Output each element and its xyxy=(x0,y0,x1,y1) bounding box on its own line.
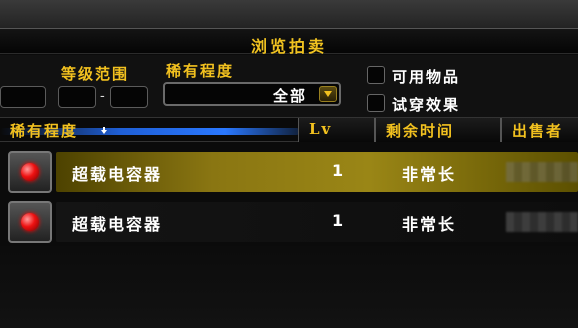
seller-name-redacted xyxy=(506,212,578,232)
dropdown-arrow-button[interactable] xyxy=(319,86,337,102)
item-level: 1 xyxy=(332,211,346,230)
results-empty-area xyxy=(0,246,578,328)
column-header-rarity[interactable]: 稀有程度 xyxy=(0,118,300,142)
rarity-dropdown-value: 全部 xyxy=(272,87,307,105)
red-gem-icon xyxy=(21,163,39,181)
column-header-rarity-label: 稀有程度 xyxy=(10,122,79,140)
auction-row-selected[interactable]: 超载电容器 1 非常长 xyxy=(56,152,578,192)
item-name: 超载电容器 xyxy=(72,165,163,184)
item-time-left: 非常长 xyxy=(402,215,457,234)
column-header-time-left-label: 剩余时间 xyxy=(386,122,455,140)
rarity-dropdown[interactable]: 全部 xyxy=(163,82,341,106)
arrow-down-icon xyxy=(324,91,332,97)
sort-down-icon xyxy=(101,127,107,134)
column-header-seller[interactable]: 出售者 xyxy=(501,118,578,142)
item-level: 1 xyxy=(332,161,346,180)
preview-label: 试穿效果 xyxy=(392,96,461,114)
usable-items-label: 可用物品 xyxy=(392,68,461,86)
level-min-input[interactable] xyxy=(58,86,96,108)
auction-title-bar: 浏览拍卖 xyxy=(0,28,578,56)
top-strip xyxy=(0,0,578,28)
window-title: 浏览拍卖 xyxy=(250,37,327,56)
auction-row[interactable]: 超载电容器 1 非常长 xyxy=(8,151,578,193)
search-name-field[interactable] xyxy=(0,86,46,108)
results-header: 稀有程度 Lv 剩余时间 出售者 xyxy=(0,117,578,142)
rarity-label: 稀有程度 xyxy=(166,62,235,80)
item-name: 超载电容器 xyxy=(72,215,163,234)
preview-checkbox[interactable] xyxy=(367,94,385,112)
red-gem-icon xyxy=(21,213,39,231)
level-max-input[interactable] xyxy=(110,86,148,108)
column-header-level-label: Lv xyxy=(309,120,333,138)
seller-name-redacted xyxy=(506,162,578,182)
filter-panel: 等级范围 - 稀有程度 全部 可用物品 试穿效果 xyxy=(0,55,578,117)
usable-items-checkbox[interactable] xyxy=(367,66,385,84)
item-icon-button[interactable] xyxy=(8,201,52,243)
auction-row-body[interactable]: 超载电容器 1 非常长 xyxy=(56,202,578,242)
level-range-separator: - xyxy=(100,88,105,104)
auction-row[interactable]: 超载电容器 1 非常长 xyxy=(8,201,578,243)
item-time-left: 非常长 xyxy=(402,165,457,184)
level-range-label: 等级范围 xyxy=(61,65,130,83)
column-header-time-left[interactable]: 剩余时间 xyxy=(375,118,501,142)
column-header-seller-label: 出售者 xyxy=(512,122,564,140)
item-icon-button[interactable] xyxy=(8,151,52,193)
column-header-level[interactable]: Lv xyxy=(298,118,375,142)
